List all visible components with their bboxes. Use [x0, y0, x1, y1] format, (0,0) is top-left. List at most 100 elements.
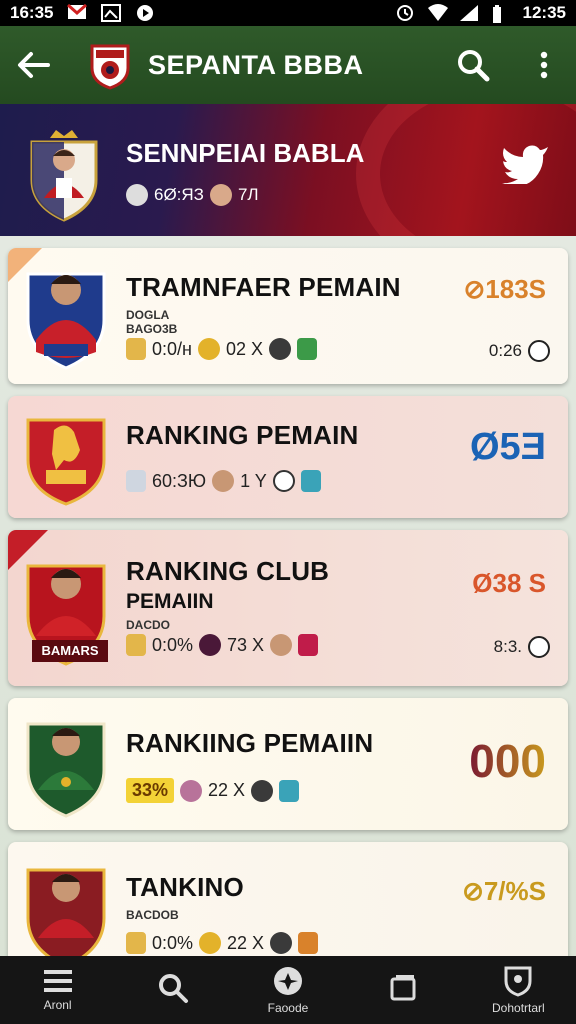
player-avatar-icon — [270, 634, 293, 656]
soccer-ball-icon — [528, 340, 550, 362]
wifi-icon — [427, 4, 448, 22]
status-time: 16:35 — [10, 3, 54, 22]
alarm-icon — [395, 4, 415, 22]
card-stats: 0:0/н 02 X — [126, 338, 317, 360]
sub-score-value: 8:3. — [493, 637, 522, 656]
stat-1: 0:0/н — [152, 338, 192, 359]
back-button[interactable] — [0, 26, 66, 104]
player-avatar-icon — [180, 779, 203, 802]
stat-1: 60:ЗЮ — [152, 470, 207, 491]
player-crest — [24, 712, 108, 822]
hero-title: SENNPEIAI BABLA — [126, 138, 365, 168]
more-vert-icon — [540, 51, 548, 79]
club-icon — [199, 634, 222, 656]
app-title: SEPANTA BBBA — [148, 49, 364, 80]
stat-2: 73 X — [227, 634, 265, 655]
pages-icon — [390, 975, 416, 1001]
player-crest — [24, 260, 108, 370]
nav-search[interactable] — [123, 956, 223, 1024]
gmail-icon — [67, 3, 88, 22]
soccer-ball-icon — [528, 636, 550, 658]
sub-score-value: 0:26 — [488, 341, 522, 360]
shield-icon — [126, 932, 146, 954]
search-icon — [458, 50, 490, 82]
stat-2: 22 X — [208, 780, 246, 800]
percent-badge: 33% — [126, 778, 175, 803]
trophy-icon — [199, 932, 222, 954]
card-title: RANKING PEMAIN — [126, 420, 359, 450]
club-crest — [24, 410, 108, 518]
score-value: 000 — [469, 735, 546, 787]
card-tiny-a: BACDOB — [126, 908, 179, 922]
gallery-icon — [101, 4, 122, 22]
card-title: TRAMNFAER PEMAIN — [126, 272, 401, 302]
card-stats: 0:0% 22 X — [126, 932, 319, 954]
shield-icon — [126, 470, 146, 492]
search-icon — [158, 974, 188, 1003]
card-score: Ø38 S — [472, 568, 546, 598]
soccer-ball-icon — [272, 470, 295, 492]
card-tiny-a: DACDO — [126, 618, 170, 632]
twitter-button[interactable] — [500, 142, 550, 189]
status-time-right: 12:35 — [522, 3, 566, 22]
signal-icon — [459, 4, 479, 22]
search-button[interactable] — [452, 44, 494, 86]
card-score: Ø5Ǝ — [469, 426, 546, 468]
hero-banner: SENNPEIAI BABLA 6Ø:ЯЗ 7Л — [0, 104, 576, 236]
hero-meta-b: 7Л — [237, 185, 259, 204]
app-bar: SEPANTA BBBA — [0, 26, 576, 130]
twitter-icon — [502, 145, 548, 186]
card-tankino[interactable]: TANKINO BACDOB 0:0% 22 X ⊘7/%S — [8, 842, 568, 968]
trophy-icon — [197, 338, 220, 360]
card-ranking-pemain[interactable]: RANKING PEMAIN 60:ЗЮ 1 Y Ø5Ǝ — [8, 396, 568, 518]
nav-profile[interactable]: Dohotrtarl — [468, 956, 568, 1024]
card-stats: 33% 22 X — [126, 778, 300, 803]
nav-favorite[interactable]: Faoode — [238, 956, 338, 1024]
card-title: RANKING CLUB — [126, 556, 330, 586]
card-rankiing-pemaiin[interactable]: RANKIING PEMAIIN 33% 22 X 000 — [8, 698, 568, 830]
hero-meta-a: 6Ø:ЯЗ — [154, 185, 204, 204]
card-transfer-pemain[interactable]: TRAMNFAER PEMAIN DOGLA BAGO3B 0:0/н 02 X… — [8, 248, 568, 384]
more-options-button[interactable] — [528, 44, 560, 86]
stat-2: 02 X — [225, 338, 263, 359]
club-badge-icon — [298, 932, 319, 954]
stat-1: 0:0% — [152, 932, 194, 953]
shield-icon — [126, 634, 146, 656]
nav-pages[interactable] — [353, 956, 453, 1024]
club-badge-icon — [297, 338, 317, 360]
stat-2: 22 X — [227, 932, 265, 953]
club-logo — [88, 40, 132, 90]
card-stats: 0:0% 73 X — [126, 634, 319, 656]
stat-2: 1 Y — [240, 470, 267, 491]
card-sub-score: 0:26 — [489, 340, 550, 362]
media-icon — [135, 4, 155, 22]
shield-icon — [504, 966, 532, 997]
club-badge-icon — [298, 634, 319, 656]
crest-label: BAMARS — [32, 640, 108, 662]
card-score: ⊘183S — [463, 274, 546, 304]
card-ranking-club[interactable]: BAMARS RANKING CLUB PEMAIIN DACDO 0:0% 7… — [8, 530, 568, 686]
stat-1: 0:0% — [152, 634, 194, 655]
battery-icon — [491, 4, 511, 23]
card-tiny-a: DOGLA — [126, 308, 170, 322]
card-stats: 60:ЗЮ 1 Y — [126, 470, 321, 492]
club-badge-icon — [300, 470, 321, 492]
card-score: ⊘7/%S — [462, 876, 546, 906]
shield-icon — [126, 338, 146, 360]
card-score: 000 — [469, 734, 546, 788]
player-avatar-icon — [209, 184, 232, 206]
status-bar: 16:35 12:35 — [0, 0, 576, 26]
card-tiny-b: BAGO3B — [126, 322, 178, 336]
nav-menu[interactable]: Aronl — [8, 956, 108, 1024]
card-title: TANKINO — [126, 872, 244, 902]
clock-icon — [126, 184, 148, 206]
player-avatar-icon-2 — [251, 779, 274, 802]
player-avatar-icon — [269, 338, 291, 360]
hero-crest — [26, 126, 102, 222]
card-sub-score: 8:3. — [494, 636, 550, 658]
hero-meta: 6Ø:ЯЗ 7Л — [126, 184, 259, 206]
player-crest — [24, 858, 108, 968]
nav-label: Faoode — [267, 1001, 309, 1015]
player-avatar-icon — [270, 932, 293, 954]
arrow-left-icon — [18, 52, 50, 78]
